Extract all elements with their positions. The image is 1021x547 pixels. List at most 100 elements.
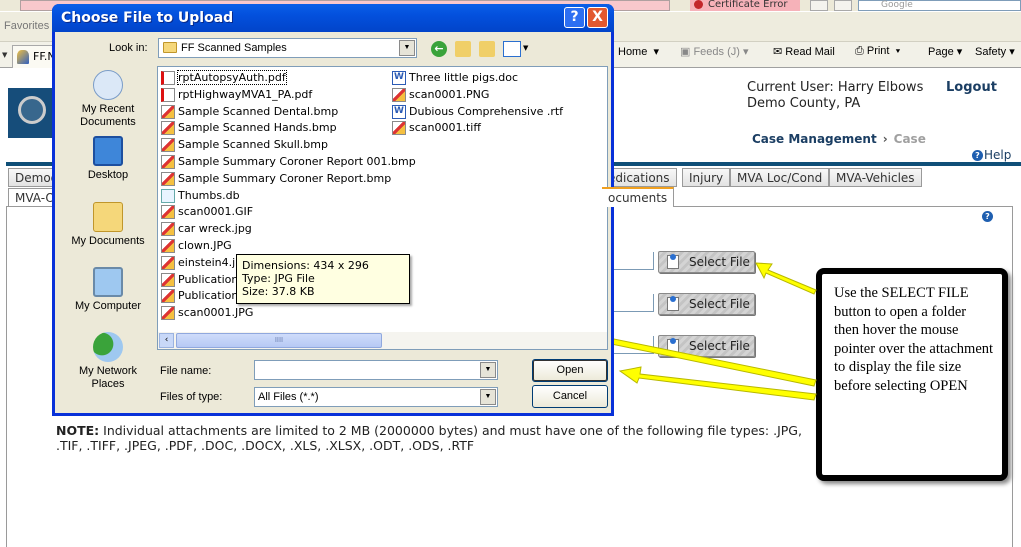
view-menu-icon[interactable] [503, 41, 521, 57]
file-name: Thumbs.db [178, 188, 240, 202]
breadcrumb-current: Case [893, 132, 926, 146]
open-button[interactable]: Open [532, 359, 608, 382]
place-label: My Computer [74, 300, 142, 312]
section-help-icon[interactable]: ? [982, 211, 993, 222]
certificate-error-icon [694, 0, 703, 9]
look-in-dropdown[interactable]: FF Scanned Samples ▼ [158, 38, 417, 58]
file-item[interactable]: Sample Scanned Hands.bmp [161, 120, 337, 136]
place-my-computer[interactable]: My Computer [63, 267, 153, 313]
chevron-down-icon[interactable]: ▼ [480, 389, 496, 405]
logout-link[interactable]: Logout [946, 80, 997, 95]
file-name-input[interactable]: ▼ [254, 360, 498, 380]
search-input[interactable]: Google [858, 0, 1021, 11]
file-info-tooltip: Dimensions: 434 x 296 Type: JPG File Siz… [236, 254, 410, 304]
file-item[interactable]: scan0001.GIF [161, 204, 253, 220]
file-item[interactable]: Sample Scanned Dental.bmp [161, 104, 338, 120]
file-item[interactable]: Sample Summary Coroner Report 001.bmp [161, 154, 416, 170]
place-my-network-places[interactable]: My Network Places [63, 332, 153, 391]
tab-list-arrow-icon[interactable]: ▼ [2, 51, 7, 59]
file-item[interactable]: car wreck.jpg [161, 221, 252, 237]
chevron-down-icon[interactable]: ▼ [399, 40, 415, 56]
up-folder-icon[interactable] [455, 41, 471, 57]
county-label: Demo County, PA [747, 96, 861, 111]
file-name: scan0001.tiff [409, 121, 481, 135]
attachment-field-1 [612, 252, 654, 270]
tooltip-type: Type: JPG File [242, 272, 315, 285]
file-item[interactable]: Thumbs.db [161, 188, 240, 204]
file-item[interactable]: Sample Scanned Skull.bmp [161, 137, 328, 153]
dialog-help-button[interactable]: ? [564, 7, 585, 28]
note-text: Individual attachments are limited to 2 … [56, 423, 802, 453]
file-item[interactable]: scan0001.JPG [161, 305, 253, 321]
pdf-file-icon [161, 87, 175, 102]
upload-icon [667, 254, 679, 269]
file-name: Sample Scanned Dental.bmp [178, 104, 339, 118]
cancel-button[interactable]: Cancel [532, 385, 608, 408]
place-label: My Documents [71, 235, 145, 247]
cmd-print[interactable]: ⎙ Print ▾ [855, 45, 900, 58]
files-of-type-value: All Files (*.*) [258, 391, 319, 403]
refresh-button[interactable] [810, 0, 828, 11]
recent-documents-icon [93, 70, 123, 100]
dialog-titlebar[interactable]: Choose File to Upload ? X [52, 4, 614, 32]
scrollbar-thumb[interactable]: IIII [176, 333, 382, 348]
tab-mva-loc-cond[interactable]: MVA Loc/Cond [730, 168, 830, 187]
place-my-documents[interactable]: My Documents [63, 202, 153, 248]
dialog-close-button[interactable]: X [587, 7, 608, 28]
files-of-type-dropdown[interactable]: All Files (*.*) ▼ [254, 387, 498, 407]
cmd-page[interactable]: Page ▾ [928, 45, 962, 58]
scroll-left-icon[interactable]: ‹ [159, 333, 174, 348]
cmd-read-mail[interactable]: ✉ Read Mail [773, 45, 835, 58]
view-menu-arrow-icon[interactable]: ▼ [523, 44, 528, 52]
img-file-icon [161, 121, 175, 136]
cmd-safety[interactable]: Safety ▾ [975, 45, 1015, 58]
select-file-button-1[interactable]: Select File [658, 251, 755, 273]
file-item[interactable]: Dubious Comprehensive .rtf [392, 104, 563, 120]
site-logo [8, 88, 58, 138]
cmd-home[interactable]: Home ▾ [618, 45, 659, 58]
place-my-recent-documents[interactable]: My Recent Documents [63, 70, 153, 129]
new-folder-icon[interactable] [479, 41, 495, 57]
place-desktop[interactable]: Desktop [63, 136, 153, 182]
help-link[interactable]: ? Help [972, 148, 1011, 162]
doc-file-icon [392, 70, 406, 85]
help-label: Help [984, 148, 1012, 162]
select-file-button-3[interactable]: Select File [658, 335, 755, 357]
file-item[interactable]: rptAutopsyAuth.pdf [161, 70, 287, 86]
attachment-field-3 [612, 336, 654, 354]
file-item[interactable]: clown.JPG [161, 238, 232, 254]
img-file-icon [392, 121, 406, 136]
tab-mva-vehicles[interactable]: MVA-Vehicles [829, 168, 922, 187]
breadcrumb: Case Management › Case [752, 132, 926, 146]
file-name: Dubious Comprehensive .rtf [409, 104, 564, 118]
select-file-label: Select File [689, 339, 750, 353]
tab-documents[interactable]: ocuments [602, 187, 675, 207]
desktop-icon [93, 136, 123, 166]
files-of-type-label: Files of type: [160, 391, 223, 403]
certificate-error-button[interactable]: Certificate Error [690, 0, 800, 11]
img-file-icon [161, 222, 175, 237]
select-file-button-2[interactable]: Select File [658, 293, 755, 315]
user-info: Current User: Harry Elbows Demo County, … [747, 80, 923, 112]
img-file-icon [161, 138, 175, 153]
horizontal-scrollbar[interactable]: ‹ IIII [158, 332, 607, 349]
file-item[interactable]: scan0001.PNG [392, 87, 489, 103]
file-item[interactable]: rptHighwayMVA1_PA.pdf [161, 87, 312, 103]
file-name: rptAutopsyAuth.pdf [177, 70, 287, 85]
file-item[interactable]: scan0001.tiff [392, 120, 481, 136]
file-item[interactable]: Three little pigs.doc [392, 70, 518, 86]
place-label: Desktop [87, 169, 129, 181]
favorites-label[interactable]: Favorites [4, 20, 49, 32]
file-item[interactable]: Sample Summary Coroner Report.bmp [161, 171, 391, 187]
cmd-feeds[interactable]: ▣ Feeds (J) ▾ [680, 45, 749, 58]
chevron-down-icon[interactable]: ▼ [480, 362, 496, 378]
file-name: rptHighwayMVA1_PA.pdf [178, 87, 313, 101]
tab-injury[interactable]: Injury [682, 168, 731, 187]
breadcrumb-case-management[interactable]: Case Management [752, 132, 877, 146]
img-file-icon [161, 289, 175, 304]
stop-button[interactable] [834, 0, 852, 11]
magnifier-icon [18, 96, 46, 124]
back-icon[interactable]: ← [431, 41, 447, 57]
file-list[interactable]: ‹ IIII rptAutopsyAuth.pdf rptHighwayMVA1_… [157, 66, 608, 350]
current-user: Current User: Harry Elbows [747, 80, 924, 95]
